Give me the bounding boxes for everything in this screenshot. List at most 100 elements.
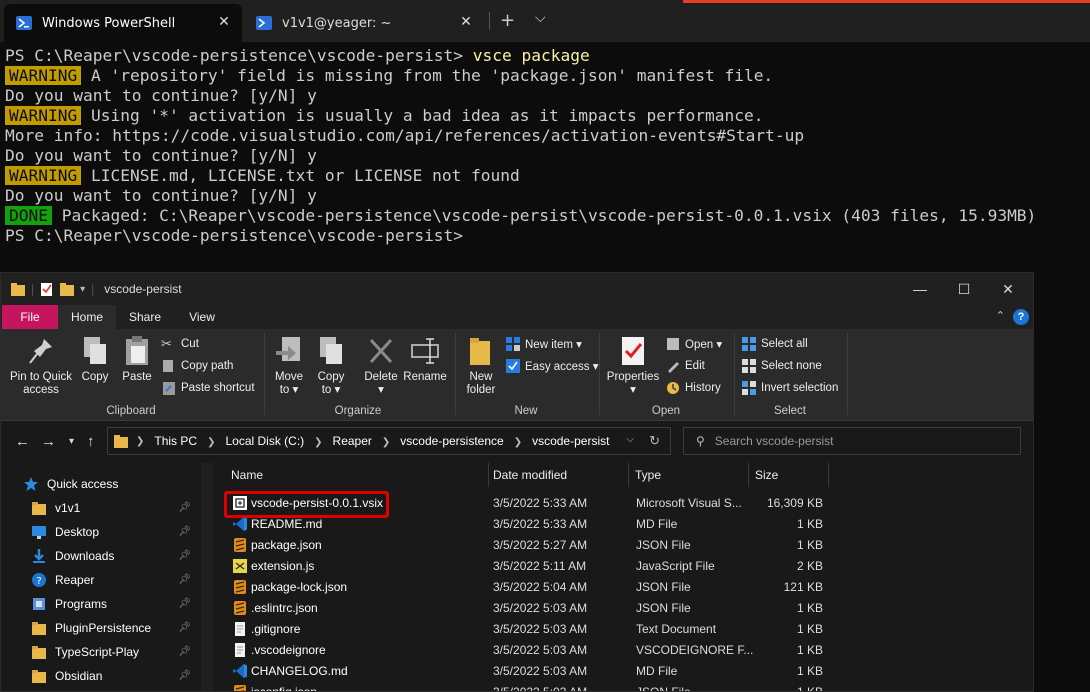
properties-icon[interactable] [40,282,54,296]
breadcrumb-item[interactable]: Local Disk (C:) [225,434,304,448]
breadcrumb-chevron-icon[interactable]: ❯ [207,437,215,448]
file-row[interactable]: package-lock.json 3/5/2022 5:04 AM JSON Fi… [213,577,1033,598]
copy-to-button[interactable]: Copy to ▾ [311,335,351,397]
close-icon[interactable]: ✕ [985,273,1031,305]
breadcrumb-item[interactable]: vscode-persistence [400,434,503,448]
minimize-icon[interactable]: — [897,273,943,305]
edit-icon [665,358,681,374]
delete-button[interactable]: Delete ▾ [361,335,401,397]
customize-toolbar-icon[interactable]: ▾ [80,284,85,295]
nav-quick-access[interactable]: Quick access [23,473,189,495]
tab-windows-powershell[interactable]: Windows PowerShell ✕ [4,4,242,42]
new-folder-button[interactable]: New folder [461,335,501,397]
breadcrumb-chevron-icon[interactable]: ❯ [314,437,322,448]
pin-icon[interactable]: 📌︎ [178,574,191,585]
properties-button[interactable]: Properties ▾ [605,335,661,397]
file-row[interactable]: .vscodeignore 3/5/2022 5:03 AM VSCODEIGNOR… [213,640,1033,661]
text-file-icon [232,642,248,658]
open-button[interactable]: Open ▾ [665,335,722,353]
nav-item[interactable]: ? Reaper 📌︎ [31,569,197,591]
breadcrumb-chevron-icon[interactable]: ❯ [382,437,390,448]
file-row[interactable]: package.json 3/5/2022 5:27 AM JSON File 1 K… [213,535,1033,556]
ribbon-tabs: File Home Share View ⌃ ? [1,305,1033,329]
invert-selection-button[interactable]: Invert selection [741,379,838,397]
refresh-icon[interactable]: ↻ [649,433,660,449]
file-row[interactable]: CHANGELOG.md 3/5/2022 5:03 AM MD File 1 KB [213,661,1033,682]
history-button[interactable]: History [665,379,721,397]
rename-button[interactable]: Rename [403,335,447,384]
close-tab-icon[interactable]: ✕ [458,14,474,30]
paste-shortcut-button[interactable]: Paste shortcut [161,379,255,397]
pin-icon[interactable]: 📌︎ [178,502,191,513]
maximize-icon[interactable]: ☐ [941,273,987,305]
tab-view[interactable]: View [174,305,230,329]
file-row[interactable]: .gitignore 3/5/2022 5:03 AM Text Document 1… [213,619,1033,640]
pin-to-quick-access-button[interactable]: Pin to Quick access [7,335,75,397]
nav-item[interactable]: Downloads 📌︎ [31,545,197,567]
nav-item[interactable]: v1v1 📌︎ [31,497,197,519]
pin-icon[interactable]: 📌︎ [178,622,191,633]
close-tab-icon[interactable]: ✕ [216,14,232,30]
navigation-pane-scrollbar[interactable] [201,463,213,691]
new-item-button[interactable]: New item ▾ [505,335,582,353]
pin-icon[interactable]: 📌︎ [178,526,191,537]
column-header-type[interactable]: Type [629,463,749,487]
copy-button[interactable]: Copy [77,335,113,384]
file-name: .vscodeignore [251,643,326,657]
file-row[interactable]: .eslintrc.json 3/5/2022 5:03 AM JSON File 1… [213,598,1033,619]
forward-arrow-icon[interactable]: → [41,433,56,450]
select-all-button[interactable]: Select all [741,335,808,353]
easy-access-button[interactable]: Easy access ▾ [505,357,599,375]
tab-dropdown-button[interactable]: ⌵ [535,10,546,26]
nav-item[interactable]: TypeScript-Play 📌︎ [31,641,197,663]
copy-path-button[interactable]: Copy path [161,357,233,375]
nav-item[interactable]: Programs 📌︎ [31,593,197,615]
ribbon-separator [599,333,600,415]
tab-ubuntu[interactable]: v1v1@yeager: ~ ✕ [246,4,484,42]
select-none-button[interactable]: Select none [741,357,822,375]
pin-icon[interactable]: 📌︎ [178,550,191,561]
pin-icon[interactable]: 📌︎ [178,670,191,681]
file-row[interactable]: jsconfig.json 3/5/2022 5:03 AM JSON File 1 … [213,682,1033,692]
file-row[interactable]: vscode-persist-0.0.1.vsix 3/5/2022 5:33 A… [213,493,1033,514]
nav-item[interactable]: PluginPersistence 📌︎ [31,617,197,639]
svg-text:?: ? [36,576,41,587]
address-bar[interactable]: ❯ This PC ❯ Local Disk (C:) ❯ Reaper ❯ vscode-… [107,427,671,455]
terminal-icon [256,16,272,30]
cut-button[interactable]: ✂ Cut [161,335,199,353]
nav-item[interactable]: Obsidian 📌︎ [31,665,197,687]
tab-home[interactable]: Home [58,305,116,329]
new-tab-button[interactable]: + [500,10,515,31]
move-to-button[interactable]: Move to ▾ [269,335,309,397]
nav-label: Reaper [55,573,95,587]
window-title: vscode-persist [104,282,182,296]
breadcrumb-item[interactable]: This PC [154,434,197,448]
search-input[interactable]: ⚲ Search vscode-persist [683,427,1021,455]
address-dropdown-icon[interactable]: ⌵ [626,434,634,445]
new-folder-icon[interactable] [60,282,75,296]
tab-share[interactable]: Share [116,305,174,329]
breadcrumb-chevron-icon[interactable]: ❯ [136,436,144,447]
column-header-size[interactable]: Size [749,463,829,487]
pin-icon[interactable]: 📌︎ [178,646,191,657]
edit-button[interactable]: Edit [665,357,705,375]
up-arrow-icon[interactable]: ↑ [87,433,95,450]
collapse-ribbon-icon[interactable]: ⌃ [996,309,1005,322]
nav-item[interactable]: Desktop 📌︎ [31,521,197,543]
file-row[interactable]: extension.js 3/5/2022 5:11 AM JavaScript F… [213,556,1033,577]
breadcrumb-item[interactable]: Reaper [333,434,372,448]
pin-icon[interactable]: 📌︎ [178,598,191,609]
recent-locations-chevron-icon[interactable]: ▾ [69,436,74,447]
paste-button[interactable]: Paste [119,335,155,384]
terminal-output[interactable]: PS C:\Reaper\vscode-persistence\vscode-p… [0,42,1090,272]
nav-label: Downloads [55,549,115,563]
breadcrumb-chevron-icon[interactable]: ❯ [514,437,522,448]
back-arrow-icon[interactable]: ← [15,433,30,450]
help-icon[interactable]: ? [1013,309,1029,325]
file-size: 1 KB [796,685,823,692]
column-header-name[interactable]: Name [225,463,489,487]
file-row[interactable]: README.md 3/5/2022 5:33 AM MD File 1 KB [213,514,1033,535]
tab-file[interactable]: File [2,305,58,329]
breadcrumb-item[interactable]: vscode-persist [532,434,609,448]
column-header-date-modified[interactable]: Date modified [487,463,629,487]
